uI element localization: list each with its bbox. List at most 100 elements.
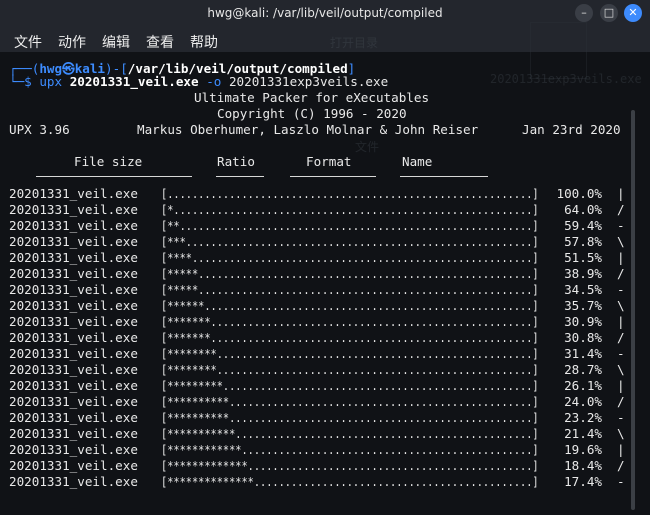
column-ratio: Ratio: [217, 154, 255, 169]
terminal-window: hwg@kali: /var/lib/veil/output/compiled …: [0, 0, 650, 515]
row-filename: 20201331_veil.exe: [9, 234, 138, 249]
row-percent: 18.4%: [564, 458, 602, 473]
column-underline: [290, 176, 376, 177]
row-spinner: |: [617, 250, 625, 265]
row-percent: 57.8%: [564, 234, 602, 249]
row-percent: 100.0%: [556, 186, 603, 201]
minimize-icon: –: [581, 6, 587, 19]
row-filename: 20201331_veil.exe: [9, 346, 138, 361]
window-title: hwg@kali: /var/lib/veil/output/compiled: [207, 6, 443, 20]
row-percent: 24.0%: [564, 394, 602, 409]
row-progress-bar: [*****..................................…: [161, 266, 539, 281]
row-filename: 20201331_veil.exe: [9, 442, 138, 457]
scrollbar[interactable]: [631, 110, 635, 510]
row-progress-bar: [********...............................…: [161, 346, 539, 361]
row-filename: 20201331_veil.exe: [9, 458, 138, 473]
row-percent: 51.5%: [564, 250, 602, 265]
row-spinner: |: [617, 314, 625, 329]
row-percent: 26.1%: [564, 378, 602, 393]
row-filename: 20201331_veil.exe: [9, 362, 138, 377]
ghost-text: 打开目录: [330, 36, 379, 50]
maximize-icon: □: [603, 6, 615, 19]
row-progress-bar: [**********.............................…: [161, 410, 539, 425]
column-underline: [36, 176, 192, 177]
row-percent: 30.9%: [564, 314, 602, 329]
menu-help[interactable]: 帮助: [190, 32, 218, 52]
row-spinner: |: [617, 442, 625, 457]
close-icon: ✕: [628, 6, 638, 19]
column-underline: [216, 176, 264, 177]
row-percent: 35.7%: [564, 298, 602, 313]
row-progress-bar: [********...............................…: [161, 362, 539, 377]
row-progress-bar: [************...........................…: [161, 442, 539, 457]
row-progress-bar: [******.................................…: [161, 298, 539, 313]
row-percent: 64.0%: [564, 202, 602, 217]
row-spinner: /: [617, 458, 625, 473]
menu-action[interactable]: 动作: [58, 32, 86, 52]
row-percent: 17.4%: [564, 474, 602, 489]
row-filename: 20201331_veil.exe: [9, 282, 138, 297]
row-percent: 38.9%: [564, 266, 602, 281]
menu-edit[interactable]: 编辑: [102, 32, 130, 52]
row-progress-bar: [*......................................…: [161, 202, 539, 217]
column-name: Name: [402, 154, 433, 169]
row-spinner: \: [617, 362, 625, 377]
row-progress-bar: [*****..................................…: [161, 282, 539, 297]
row-progress-bar: [**********.............................…: [161, 394, 539, 409]
row-spinner: -: [617, 346, 625, 361]
row-progress-bar: [****...................................…: [161, 250, 539, 265]
row-spinner: /: [617, 202, 625, 217]
maximize-button[interactable]: □: [600, 4, 618, 22]
row-filename: 20201331_veil.exe: [9, 410, 138, 425]
row-spinner: -: [617, 410, 625, 425]
row-spinner: |: [617, 378, 625, 393]
banner-version: UPX 3.96: [9, 122, 70, 137]
row-progress-bar: [*******................................…: [161, 314, 539, 329]
row-percent: 59.4%: [564, 218, 602, 233]
row-percent: 23.2%: [564, 410, 602, 425]
row-progress-bar: [.......................................…: [161, 186, 539, 201]
banner-title: Ultimate Packer for eXecutables: [194, 90, 430, 105]
row-spinner: -: [617, 474, 625, 489]
prompt-line-2: └─$ upx 20201331_veil.exe -o 20201331exp…: [9, 74, 389, 89]
row-spinner: |: [617, 186, 625, 201]
row-filename: 20201331_veil.exe: [9, 426, 138, 441]
row-spinner: \: [617, 298, 625, 313]
column-format: Format: [306, 154, 352, 169]
row-filename: 20201331_veil.exe: [9, 378, 138, 393]
menu-view[interactable]: 查看: [146, 32, 174, 52]
menu-file[interactable]: 文件: [14, 32, 42, 52]
ghost-text: 文件: [355, 140, 380, 154]
column-file-size: File size: [74, 154, 143, 169]
banner-date: Jan 23rd 2020: [522, 122, 621, 137]
row-filename: 20201331_veil.exe: [9, 314, 138, 329]
row-progress-bar: [***********............................…: [161, 426, 539, 441]
minimize-button[interactable]: –: [575, 4, 593, 22]
row-filename: 20201331_veil.exe: [9, 298, 138, 313]
row-filename: 20201331_veil.exe: [9, 474, 138, 489]
row-filename: 20201331_veil.exe: [9, 186, 138, 201]
row-filename: 20201331_veil.exe: [9, 394, 138, 409]
terminal-area[interactable]: 20201331exp3veils.exe 打开目录 文件 ┌──(hwg㉿ka…: [0, 22, 650, 515]
row-spinner: -: [617, 218, 625, 233]
banner-copyright: Copyright (C) 1996 - 2020: [217, 106, 407, 121]
row-filename: 20201331_veil.exe: [9, 202, 138, 217]
row-percent: 31.4%: [564, 346, 602, 361]
row-percent: 30.8%: [564, 330, 602, 345]
row-progress-bar: [*******................................…: [161, 330, 539, 345]
row-progress-bar: [**.....................................…: [161, 218, 539, 233]
row-percent: 19.6%: [564, 442, 602, 457]
ghost-text: 20201331exp3veils.exe: [490, 72, 642, 86]
row-spinner: \: [617, 426, 625, 441]
column-underline: [400, 176, 488, 177]
row-progress-bar: [***....................................…: [161, 234, 539, 249]
close-button[interactable]: ✕: [624, 4, 642, 22]
row-spinner: \: [617, 234, 625, 249]
row-spinner: /: [617, 394, 625, 409]
row-filename: 20201331_veil.exe: [9, 330, 138, 345]
row-progress-bar: [*************..........................…: [161, 458, 539, 473]
ghost-folder-icon: [530, 22, 587, 79]
row-spinner: -: [617, 282, 625, 297]
row-percent: 28.7%: [564, 362, 602, 377]
row-spinner: /: [617, 330, 625, 345]
